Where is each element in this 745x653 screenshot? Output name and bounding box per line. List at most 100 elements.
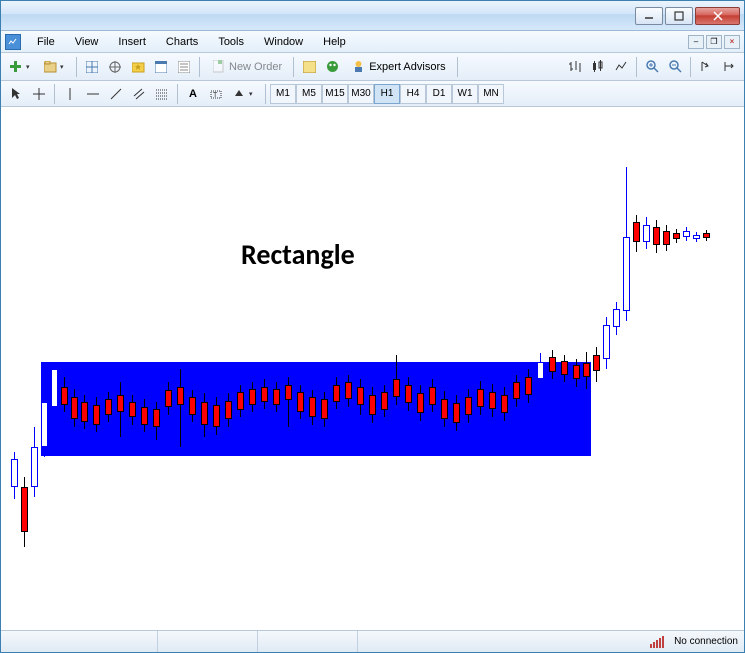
new-order-label: New Order xyxy=(229,61,282,73)
bars-icon xyxy=(568,60,582,74)
candle xyxy=(177,369,184,447)
candle xyxy=(11,452,18,499)
new-chart-button[interactable]: ▾ xyxy=(5,56,38,78)
equidistant-button[interactable] xyxy=(128,83,150,105)
zoom-in-button[interactable] xyxy=(641,56,663,78)
candle xyxy=(261,379,268,409)
timeframe-m5[interactable]: M5 xyxy=(296,84,322,104)
chart-annotation-text[interactable]: Rectangle xyxy=(241,237,355,272)
app-icon xyxy=(5,34,21,50)
folder-star-icon xyxy=(131,60,145,74)
data-window-button[interactable] xyxy=(104,56,126,78)
maximize-button[interactable] xyxy=(665,7,693,25)
line-icon xyxy=(614,60,628,74)
candle xyxy=(593,347,600,382)
label-button[interactable]: T xyxy=(205,83,227,105)
menu-charts[interactable]: Charts xyxy=(156,34,208,50)
timeframe-d1[interactable]: D1 xyxy=(426,84,452,104)
robot-icon xyxy=(325,60,339,74)
toolbar-separator xyxy=(199,57,200,77)
zoom-out-button[interactable] xyxy=(664,56,686,78)
chevron-down-icon: ▾ xyxy=(26,63,34,71)
candle xyxy=(489,384,496,417)
menu-tools[interactable]: Tools xyxy=(208,34,254,50)
menu-view[interactable]: View xyxy=(65,34,109,50)
mdi-close-button[interactable]: × xyxy=(724,35,740,49)
close-button[interactable] xyxy=(695,7,740,25)
menu-help[interactable]: Help xyxy=(313,34,356,50)
candle xyxy=(393,355,400,405)
trend-icon xyxy=(109,87,123,101)
line-chart-button[interactable] xyxy=(610,56,632,78)
vertical-line-button[interactable] xyxy=(59,83,81,105)
candle xyxy=(213,397,220,435)
toolbar-drawing: A T ▾ M1 M5 M15 M30 H1 H4 D1 W1 MN xyxy=(1,81,744,107)
timeframe-w1[interactable]: W1 xyxy=(452,84,478,104)
candle xyxy=(61,377,68,412)
menu-window[interactable]: Window xyxy=(254,34,313,50)
candle xyxy=(237,385,244,417)
toolbar-separator xyxy=(636,57,637,77)
candle xyxy=(285,377,292,427)
market-watch-button[interactable] xyxy=(81,56,103,78)
chart-shift-button[interactable] xyxy=(718,56,740,78)
candle xyxy=(477,381,484,415)
chart-area[interactable]: Rectangle xyxy=(1,107,744,630)
candle xyxy=(501,387,508,421)
cursor-button[interactable] xyxy=(5,83,27,105)
status-cell xyxy=(7,631,157,652)
autotrading-button[interactable] xyxy=(321,56,343,78)
minimize-button[interactable] xyxy=(635,7,663,25)
expert-advisors-button[interactable]: Expert Advisors xyxy=(344,56,452,78)
trendline-button[interactable] xyxy=(105,83,127,105)
candle xyxy=(465,389,472,423)
candle xyxy=(105,392,112,422)
menu-insert[interactable]: Insert xyxy=(108,34,156,50)
candle xyxy=(683,227,690,241)
crosshair-icon xyxy=(108,60,122,74)
candle xyxy=(273,382,280,412)
zoom-out-icon xyxy=(668,60,682,74)
candle xyxy=(309,390,316,425)
crosshair-button[interactable] xyxy=(28,83,50,105)
metaeditor-button[interactable] xyxy=(298,56,320,78)
timeframe-m1[interactable]: M1 xyxy=(270,84,296,104)
chevron-down-icon: ▾ xyxy=(60,63,68,71)
connection-label: No connection xyxy=(674,636,738,647)
timeframe-m15[interactable]: M15 xyxy=(322,84,348,104)
candle xyxy=(93,397,100,432)
status-cell xyxy=(357,631,457,652)
mdi-restore-button[interactable]: ❐ xyxy=(706,35,722,49)
arrows-icon xyxy=(232,87,246,101)
timeframe-m30[interactable]: M30 xyxy=(348,84,374,104)
candle-chart-button[interactable] xyxy=(587,56,609,78)
mdi-minimize-button[interactable]: – xyxy=(688,35,704,49)
candle xyxy=(643,217,650,249)
bar-chart-button[interactable] xyxy=(564,56,586,78)
grid-icon xyxy=(85,60,99,74)
auto-scroll-button[interactable] xyxy=(695,56,717,78)
crosshair-tool-icon xyxy=(32,87,46,101)
navigator-button[interactable] xyxy=(127,56,149,78)
terminal-button[interactable] xyxy=(150,56,172,78)
candle xyxy=(369,387,376,423)
tester-button[interactable] xyxy=(173,56,195,78)
timeframe-h4[interactable]: H4 xyxy=(400,84,426,104)
candle xyxy=(225,393,232,427)
menu-file[interactable]: File xyxy=(27,34,65,50)
candle xyxy=(417,385,424,421)
profiles-button[interactable]: ▾ xyxy=(39,56,72,78)
titlebar[interactable] xyxy=(1,1,744,31)
candle xyxy=(249,382,256,412)
arrows-button[interactable]: ▾ xyxy=(228,83,261,105)
svg-text:T: T xyxy=(213,92,218,99)
candle xyxy=(117,382,124,437)
timeframe-h1[interactable]: H1 xyxy=(374,84,400,104)
text-icon: A xyxy=(186,87,200,101)
toolbar-separator xyxy=(293,57,294,77)
new-order-button: New Order xyxy=(204,56,289,78)
fibonacci-button[interactable] xyxy=(151,83,173,105)
horizontal-line-button[interactable] xyxy=(82,83,104,105)
timeframe-mn[interactable]: MN xyxy=(478,84,504,104)
text-button[interactable]: A xyxy=(182,83,204,105)
